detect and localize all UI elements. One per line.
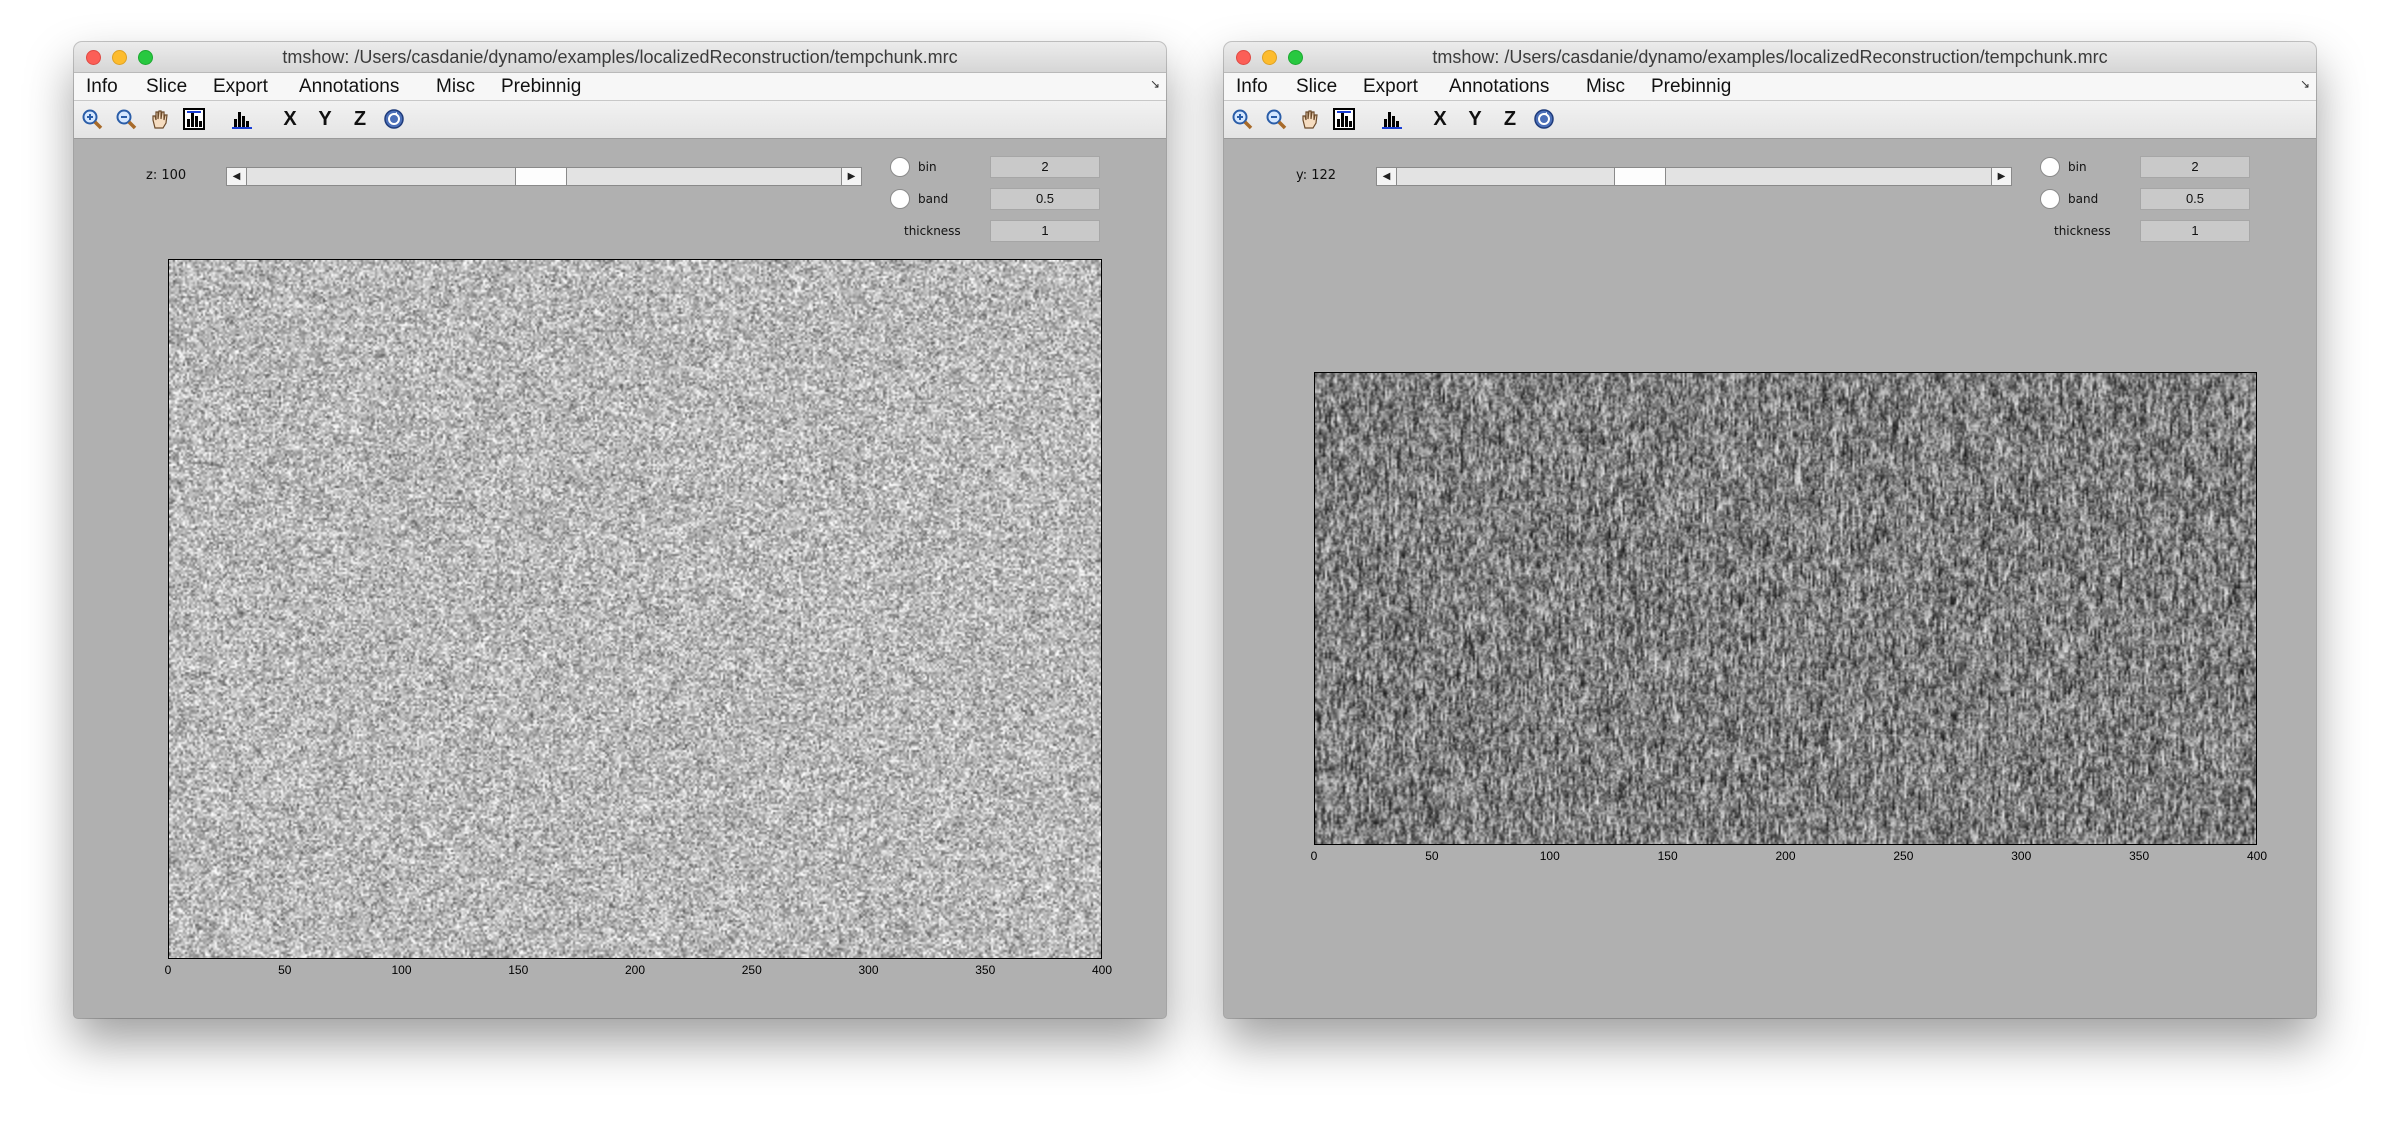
minimize-window-button[interactable]	[112, 50, 127, 65]
band-label: band	[918, 192, 949, 206]
zoom-window-button[interactable]	[138, 50, 153, 65]
slice-position-label: y: 122	[1296, 168, 1337, 183]
x-tick-label: 50	[1425, 849, 1439, 863]
menu-prebinnig[interactable]: Prebinnig	[1651, 76, 1731, 98]
rotate-icon[interactable]	[382, 107, 406, 131]
zoom-window-button[interactable]	[1288, 50, 1303, 65]
tmshow-window-y-slice: tmshow: /Users/casdanie/dynamo/examples/…	[1224, 42, 2316, 1018]
close-window-button[interactable]	[86, 50, 101, 65]
axis-x-button[interactable]: X	[1428, 107, 1452, 131]
tomogram-slice-image[interactable]	[1314, 372, 2257, 845]
menu-bar: Info Slice Export Annotations Misc Prebi…	[1224, 73, 2316, 101]
menu-bar: Info Slice Export Annotations Misc Prebi…	[74, 73, 1166, 101]
tomogram-slice-image[interactable]	[168, 259, 1102, 959]
dock-arrow-icon[interactable]: ↘	[1150, 77, 1160, 91]
colormap-icon[interactable]	[1332, 107, 1356, 131]
x-tick-label: 250	[741, 963, 762, 977]
histogram-icon[interactable]	[1380, 107, 1404, 131]
menu-annotations[interactable]: Annotations	[299, 76, 399, 98]
toolbar: X Y Z	[74, 101, 1166, 139]
x-tick-label: 150	[1657, 849, 1678, 863]
toolbar: X Y Z	[1224, 101, 2316, 139]
bin-label: bin	[2068, 160, 2087, 174]
x-tick-label: 350	[975, 963, 996, 977]
menu-misc[interactable]: Misc	[436, 76, 475, 98]
axis-y-button[interactable]: Y	[313, 107, 337, 131]
menu-export[interactable]: Export	[213, 76, 268, 98]
pan-hand-icon[interactable]	[148, 107, 172, 131]
x-tick-label: 400	[1091, 963, 1113, 977]
x-tick-label: 100	[391, 963, 412, 977]
thickness-field[interactable]: 1	[2140, 220, 2250, 242]
window-title: tmshow: /Users/casdanie/dynamo/examples/…	[1432, 47, 2108, 67]
x-tick-label: 200	[1775, 849, 1796, 863]
thickness-label: thickness	[904, 224, 961, 238]
dock-arrow-icon[interactable]: ↘	[2300, 77, 2310, 91]
slice-position-label: z: 100	[146, 168, 187, 183]
thickness-field[interactable]: 1	[990, 220, 1100, 242]
bin-label: bin	[918, 160, 937, 174]
band-radio[interactable]	[890, 189, 910, 209]
band-radio[interactable]	[2040, 189, 2060, 209]
bin-field[interactable]: 2	[990, 156, 1100, 178]
axis-z-button[interactable]: Z	[1498, 107, 1522, 131]
window-title: tmshow: /Users/casdanie/dynamo/examples/…	[282, 47, 958, 67]
band-field[interactable]: 0.5	[990, 188, 1100, 210]
axis-y-button[interactable]: Y	[1463, 107, 1487, 131]
x-tick-label: 300	[2011, 849, 2032, 863]
bin-field[interactable]: 2	[2140, 156, 2250, 178]
close-window-button[interactable]	[1236, 50, 1251, 65]
x-tick-label: 100	[1539, 849, 1560, 863]
menu-annotations[interactable]: Annotations	[1449, 76, 1549, 98]
slider-thumb[interactable]	[1614, 168, 1666, 185]
thickness-label: thickness	[2054, 224, 2111, 238]
slider-left-arrow-icon[interactable]: ◀	[227, 168, 247, 185]
zoom-in-icon[interactable]	[80, 107, 104, 131]
x-tick-label: 0	[164, 963, 172, 977]
x-tick-label: 0	[1310, 849, 1318, 863]
x-tick-label: 400	[2246, 849, 2268, 863]
menu-info[interactable]: Info	[86, 76, 118, 98]
slider-right-arrow-icon[interactable]: ▶	[841, 168, 861, 185]
menu-misc[interactable]: Misc	[1586, 76, 1625, 98]
bin-radio[interactable]	[2040, 157, 2060, 177]
rotate-icon[interactable]	[1532, 107, 1556, 131]
menu-slice[interactable]: Slice	[1296, 76, 1337, 98]
tmshow-window-z-slice: tmshow: /Users/casdanie/dynamo/examples/…	[74, 42, 1166, 1018]
x-tick-label: 300	[858, 963, 879, 977]
band-label: band	[2068, 192, 2099, 206]
colormap-icon[interactable]	[182, 107, 206, 131]
zoom-out-icon[interactable]	[114, 107, 138, 131]
slice-slider[interactable]: ◀ ▶	[1376, 167, 2012, 186]
slider-right-arrow-icon[interactable]: ▶	[1991, 168, 2011, 185]
band-field[interactable]: 0.5	[2140, 188, 2250, 210]
menu-export[interactable]: Export	[1363, 76, 1418, 98]
x-tick-label: 350	[2129, 849, 2150, 863]
x-tick-label: 250	[1893, 849, 1914, 863]
pan-hand-icon[interactable]	[1298, 107, 1322, 131]
slice-slider[interactable]: ◀ ▶	[226, 167, 862, 186]
x-tick-label: 150	[508, 963, 529, 977]
axis-x-button[interactable]: X	[278, 107, 302, 131]
zoom-in-icon[interactable]	[1230, 107, 1254, 131]
slider-left-arrow-icon[interactable]: ◀	[1377, 168, 1397, 185]
minimize-window-button[interactable]	[1262, 50, 1277, 65]
zoom-out-icon[interactable]	[1264, 107, 1288, 131]
window-titlebar[interactable]: tmshow: /Users/casdanie/dynamo/examples/…	[74, 42, 1166, 73]
x-tick-label: 50	[278, 963, 292, 977]
window-titlebar[interactable]: tmshow: /Users/casdanie/dynamo/examples/…	[1224, 42, 2316, 73]
histogram-icon[interactable]	[230, 107, 254, 131]
menu-info[interactable]: Info	[1236, 76, 1268, 98]
x-tick-label: 200	[624, 963, 646, 977]
bin-radio[interactable]	[890, 157, 910, 177]
axis-z-button[interactable]: Z	[348, 107, 372, 131]
slider-thumb[interactable]	[515, 168, 567, 185]
menu-prebinnig[interactable]: Prebinnig	[501, 76, 581, 98]
menu-slice[interactable]: Slice	[146, 76, 187, 98]
